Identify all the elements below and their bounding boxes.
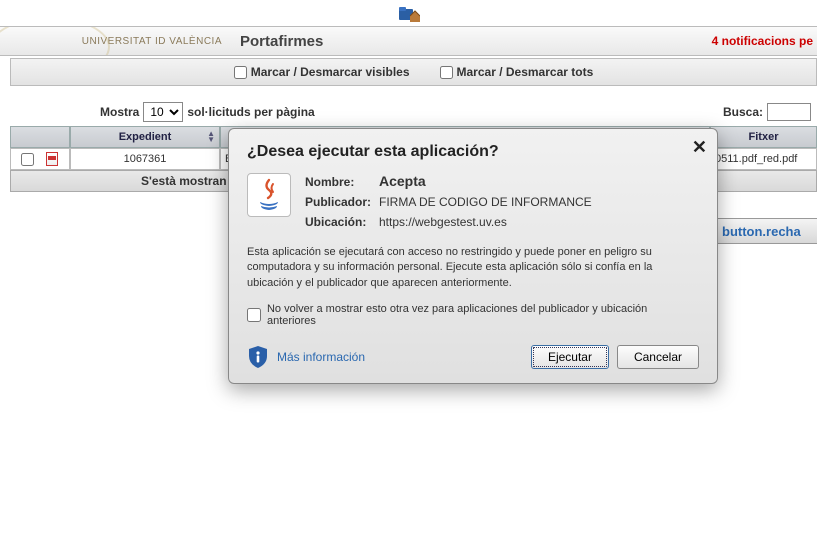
- app-name-value: Acepta: [379, 173, 426, 189]
- close-icon[interactable]: ✕: [692, 137, 707, 158]
- location-label: Ubicación:: [305, 215, 379, 229]
- notifications-count[interactable]: 4 notificacions pe: [712, 34, 817, 48]
- page-size-select[interactable]: 10: [143, 102, 183, 122]
- app-home-icon: [398, 2, 420, 25]
- java-security-dialog: ✕ ¿Desea ejecutar esta aplicación? Nombr…: [228, 128, 718, 384]
- remember-checkbox[interactable]: [247, 308, 261, 322]
- more-info-link[interactable]: Más información: [277, 350, 365, 364]
- mark-all-toggle[interactable]: Marcar / Desmarcar tots: [440, 65, 594, 79]
- university-logo: UNIVERSITAT ID VALÈNCIA: [0, 27, 230, 55]
- col-select: [10, 126, 70, 148]
- pdf-icon[interactable]: [46, 152, 58, 166]
- publisher-value: FIRMA DE CODIGO DE INFORMANCE: [379, 195, 592, 209]
- name-label: Nombre:: [305, 175, 379, 189]
- remember-choice[interactable]: No volver a mostrar esto otra vez para a…: [247, 303, 699, 327]
- mark-visible-label: Marcar / Desmarcar visibles: [251, 65, 410, 79]
- mark-visible-checkbox[interactable]: [234, 66, 247, 79]
- sort-icon[interactable]: ▲▼: [207, 131, 215, 143]
- cancel-button[interactable]: Cancelar: [617, 345, 699, 369]
- reject-button[interactable]: button.recha: [717, 218, 817, 244]
- search-label: Busca:: [723, 105, 763, 119]
- security-warning: Esta aplicación se ejecutará con acceso …: [247, 245, 699, 291]
- cell-expedient: 1067361: [70, 148, 220, 170]
- bulk-actions-bar: Marcar / Desmarcar visibles Marcar / Des…: [10, 58, 817, 86]
- location-value: https://webgestest.uv.es: [379, 215, 507, 229]
- cell-fitxer[interactable]: 0511.pdf_red.pdf: [710, 148, 817, 170]
- search-input[interactable]: [767, 103, 811, 121]
- show-label: Mostra: [100, 105, 139, 119]
- app-header: UNIVERSITAT ID VALÈNCIA Portafirmes 4 no…: [0, 26, 817, 56]
- dialog-title: ¿Desea ejecutar esta aplicación?: [247, 143, 699, 161]
- col-fitxer[interactable]: Fitxer: [710, 126, 817, 148]
- mark-all-label: Marcar / Desmarcar tots: [457, 65, 594, 79]
- java-icon: [247, 173, 291, 217]
- table-controls: Mostra 10 sol·licituds per pàgina Busca:: [10, 100, 817, 124]
- publisher-label: Publicador:: [305, 195, 379, 209]
- mark-all-checkbox[interactable]: [440, 66, 453, 79]
- col-expedient[interactable]: Expedient ▲▼: [70, 126, 220, 148]
- row-checkbox[interactable]: [21, 153, 34, 166]
- info-shield-icon: [247, 345, 269, 369]
- run-button[interactable]: Ejecutar: [531, 345, 609, 369]
- remember-label: No volver a mostrar esto otra vez para a…: [267, 303, 699, 327]
- per-page-label: sol·licituds per pàgina: [187, 105, 314, 119]
- mark-visible-toggle[interactable]: Marcar / Desmarcar visibles: [234, 65, 410, 79]
- page-title: Portafirmes: [230, 33, 712, 50]
